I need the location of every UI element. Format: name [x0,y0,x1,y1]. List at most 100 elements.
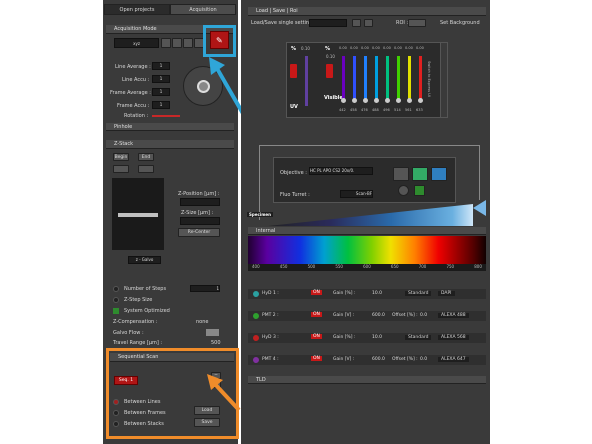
rotation-label: Rotation : [124,113,149,119]
uv-percent: % [291,46,297,52]
between-lines-radio[interactable] [113,399,119,405]
laser-slider-476[interactable] [364,56,367,102]
detector-dye-select[interactable]: ALEXA 568 [438,335,469,340]
detector-dot [253,357,259,363]
detector-gain-value[interactable]: 600.0 [372,357,385,362]
detector-gain-value[interactable]: 10.0 [372,291,382,296]
internal-header[interactable]: Internal [248,227,486,235]
detector-on-button[interactable]: ON [311,334,322,339]
num-steps-label: Number of Steps [124,286,167,292]
express-ui-switch[interactable]: Switch to Express UI [427,42,448,118]
detector-dye-select[interactable]: ALEXA 647 [438,357,469,362]
laser-knob-514[interactable] [396,98,401,103]
laser-slider-561[interactable] [408,56,411,102]
galvo-flow-toggle[interactable] [206,329,219,336]
laser-knob-496[interactable] [385,98,390,103]
objective-gear-button[interactable] [398,185,409,196]
prism-icon [473,200,486,216]
zstack-plane [118,213,158,217]
laser-knob-633[interactable] [418,98,423,103]
galvo-select[interactable]: z - Galvo [128,256,161,264]
objective-check-button[interactable] [414,185,425,196]
laser-knob-458[interactable] [352,98,357,103]
roi-toggle[interactable] [408,19,426,27]
live-mode-button[interactable]: ✎ [210,31,229,49]
pinhole-header[interactable]: Pinhole [106,123,234,131]
zstack-down-button[interactable] [138,165,154,173]
laser-slider-458[interactable] [353,56,356,102]
zstack-begin-button[interactable]: Begin [113,153,129,161]
detector-gain-value[interactable]: 600.0 [372,313,385,318]
detector-dye-select[interactable]: DAPI [438,291,455,296]
zstack-end-button[interactable]: End [138,153,154,161]
uv-value: 0.10 [301,46,310,51]
laser-knob-442[interactable] [341,98,346,103]
detector-gain-value[interactable]: 10.0 [372,335,382,340]
frame-accu-field[interactable]: 1 [152,101,170,109]
save-setting-button[interactable] [352,19,361,27]
laser-knob-488[interactable] [374,98,379,103]
num-steps-radio[interactable] [113,286,119,292]
detector-dye-select[interactable]: ALEXA 488 [438,313,469,318]
detector-name: PMT 2 : [262,313,279,318]
laser-panel [286,42,448,118]
laser-slider-442[interactable] [342,56,345,102]
laser-knob-476[interactable] [363,98,368,103]
detector-on-button[interactable]: ON [311,312,322,317]
acquisition-mode-select[interactable]: xyz [114,38,159,48]
specimen-label: Specimen [247,212,273,217]
tab-open-projects[interactable]: Open projects [104,4,170,15]
fluo-turret-select[interactable]: Scan-BF [340,190,373,198]
between-frames-radio[interactable] [113,410,119,416]
recenter-button[interactable]: Re-Center [178,228,220,237]
detector-mode-select[interactable]: Standard [405,291,432,296]
laser-slider-496[interactable] [386,56,389,102]
detector-offset-value[interactable]: 0.0 [420,357,427,362]
objective-btn-2[interactable] [412,167,428,181]
rotation-slider[interactable] [152,115,180,117]
between-stacks-radio[interactable] [113,421,119,427]
seq-load-button[interactable]: Load [194,406,220,415]
objective-select[interactable]: HC PL APO CS2 20x/0. [309,167,373,175]
visible-on-button[interactable] [326,64,333,78]
laser-slider-633[interactable] [419,56,422,102]
load-save-roi-header[interactable]: Load | Save | Roi [248,7,486,16]
zsize-field[interactable] [180,217,220,225]
seq-save-button[interactable]: Save [194,418,220,427]
spectrum-bar [248,236,486,264]
step-size-radio[interactable] [113,297,119,303]
tld-header[interactable]: TLD [248,376,486,384]
system-optimized-checkbox[interactable] [113,308,119,314]
mode-icon-1[interactable] [161,38,171,48]
mode-icon-3[interactable] [183,38,193,48]
objective-btn-3[interactable] [431,167,447,181]
uv-slider[interactable] [305,56,308,106]
num-steps-field[interactable]: 1 [190,285,220,292]
mode-icon-2[interactable] [172,38,182,48]
zstack-header[interactable]: Z-Stack [106,140,234,149]
laser-knob-561[interactable] [407,98,412,103]
detector-offset-value[interactable]: 0.0 [420,313,427,318]
line-average-field[interactable]: 1 [152,62,170,70]
frame-average-field[interactable]: 1 [152,88,170,96]
uv-label: UV [290,104,298,110]
sequential-scan-header[interactable]: Sequential Scan [110,353,234,362]
load-single-label: Load/Save single setting : [251,20,316,26]
set-background-label[interactable]: Set Background [440,20,480,26]
uv-on-button[interactable] [290,64,297,78]
zposition-field[interactable] [180,198,220,206]
detector-on-button[interactable]: ON [311,290,322,295]
line-accu-field[interactable]: 1 [152,75,170,83]
zcomp-value[interactable]: none [196,319,208,325]
delete-setting-button[interactable] [364,19,373,27]
laser-slider-488[interactable] [375,56,378,102]
detector-on-button[interactable]: ON [311,356,322,361]
laser-slider-514[interactable] [397,56,400,102]
seq1-item[interactable]: Seq. 1 [114,376,138,385]
zstack-up-button[interactable] [113,165,129,173]
objective-btn-1[interactable] [393,167,409,181]
detector-mode-select[interactable]: Standard [405,335,432,340]
tab-acquisition[interactable]: Acquisition [170,4,236,15]
load-single-select[interactable] [309,19,347,27]
laser-value-561: 0.00 [405,46,413,50]
